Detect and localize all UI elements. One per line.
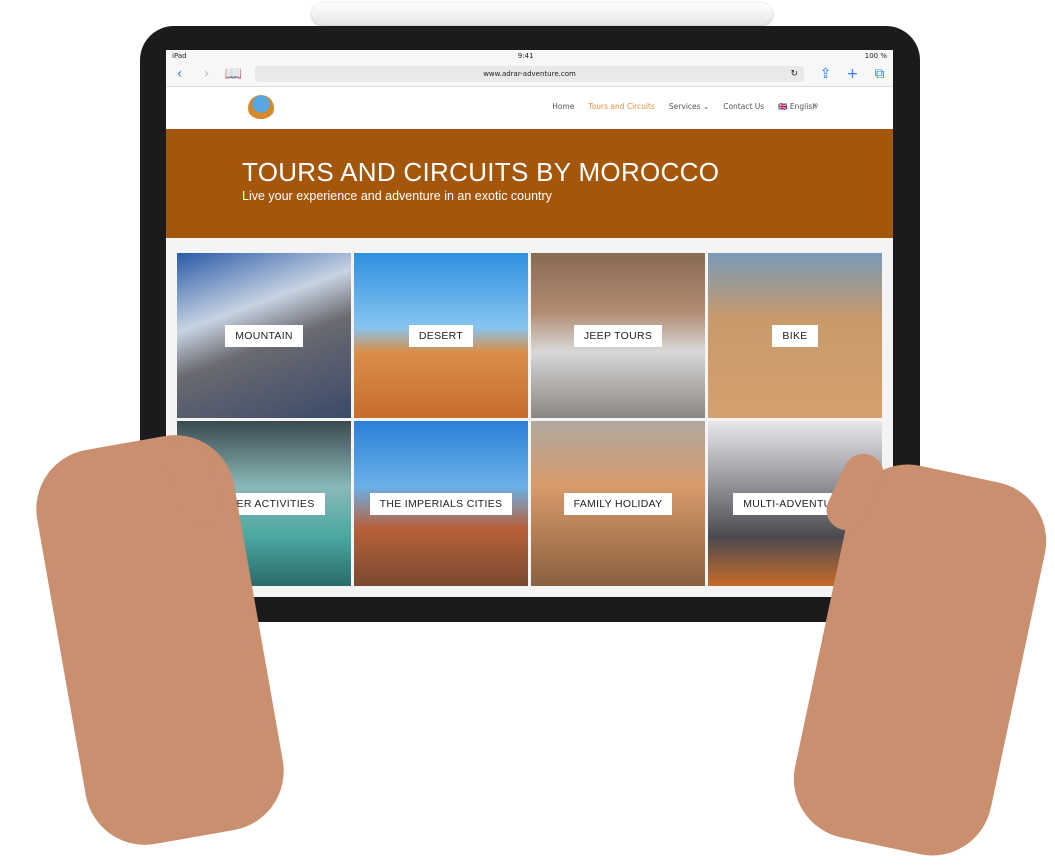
nav-tours[interactable]: Tours and Circuits bbox=[588, 102, 655, 111]
battery: 100 % bbox=[864, 52, 887, 60]
clock: 9:41 bbox=[517, 52, 534, 60]
nav-services[interactable]: Services ⌄ bbox=[669, 102, 709, 111]
tour-tile-family-holiday[interactable]: FAMILY HOLIDAY bbox=[531, 421, 705, 586]
site-logo[interactable] bbox=[248, 95, 274, 121]
device-label: iPad bbox=[172, 52, 187, 60]
page-subtitle: Live your experience and adventure in an… bbox=[242, 189, 552, 203]
tour-tile-mountain[interactable]: MOUNTAIN bbox=[177, 253, 351, 418]
nav-contact[interactable]: Contact Us bbox=[723, 102, 764, 111]
tile-label: DESERT bbox=[408, 324, 474, 347]
nav-language[interactable]: 🇬🇧 English bbox=[778, 102, 817, 111]
tour-tile-bike[interactable]: BIKE bbox=[708, 253, 882, 418]
tile-label: THE IMPERIALS CITIES bbox=[369, 492, 513, 515]
new-tab-icon[interactable]: + bbox=[839, 66, 866, 82]
page-title: TOURS AND CIRCUITS BY MOROCCO bbox=[242, 157, 720, 187]
safari-toolbar: ‹ › 📖 www.adrar-adventure.com ↻ ⇪ + ⧉ bbox=[166, 62, 893, 87]
search-icon[interactable]: ⌕ bbox=[813, 100, 819, 111]
nav-home[interactable]: Home bbox=[552, 102, 574, 111]
forward-icon[interactable]: › bbox=[193, 66, 220, 82]
tabs-icon[interactable]: ⧉ bbox=[866, 66, 893, 82]
tile-label: BIKE bbox=[772, 324, 818, 347]
apple-pencil bbox=[312, 3, 772, 25]
reload-icon[interactable]: ↻ bbox=[790, 69, 798, 79]
tour-tile-desert[interactable]: DESERT bbox=[354, 253, 528, 418]
share-icon[interactable]: ⇪ bbox=[812, 66, 839, 82]
tour-tile-the-imperials-cities[interactable]: THE IMPERIALS CITIES bbox=[354, 421, 528, 586]
status-bar: iPad 9:41 100 % bbox=[166, 50, 893, 62]
ipad-screen: iPad 9:41 100 % ‹ › 📖 www.adrar-adventur… bbox=[166, 50, 893, 597]
tour-grid: MOUNTAIN DESERT JEEP TOURS BIKE WATER ACTIVI… bbox=[177, 253, 882, 586]
hero-banner: TOURS AND CIRCUITS BY MOROCCO Live your … bbox=[166, 129, 893, 238]
tile-label: JEEP TOURS bbox=[573, 324, 663, 347]
back-icon[interactable]: ‹ bbox=[166, 66, 193, 82]
main-menu: Home Tours and Circuits Services ⌄ Conta… bbox=[552, 102, 817, 111]
url-bar[interactable]: www.adrar-adventure.com ↻ bbox=[255, 66, 804, 82]
tour-tile-jeep-tours[interactable]: JEEP TOURS bbox=[531, 253, 705, 418]
url-text: www.adrar-adventure.com bbox=[483, 70, 576, 78]
site-header: Home Tours and Circuits Services ⌄ Conta… bbox=[166, 87, 893, 129]
tile-label: MOUNTAIN bbox=[225, 324, 303, 347]
bookmarks-icon[interactable]: 📖 bbox=[220, 66, 247, 82]
tile-label: FAMILY HOLIDAY bbox=[563, 492, 673, 515]
